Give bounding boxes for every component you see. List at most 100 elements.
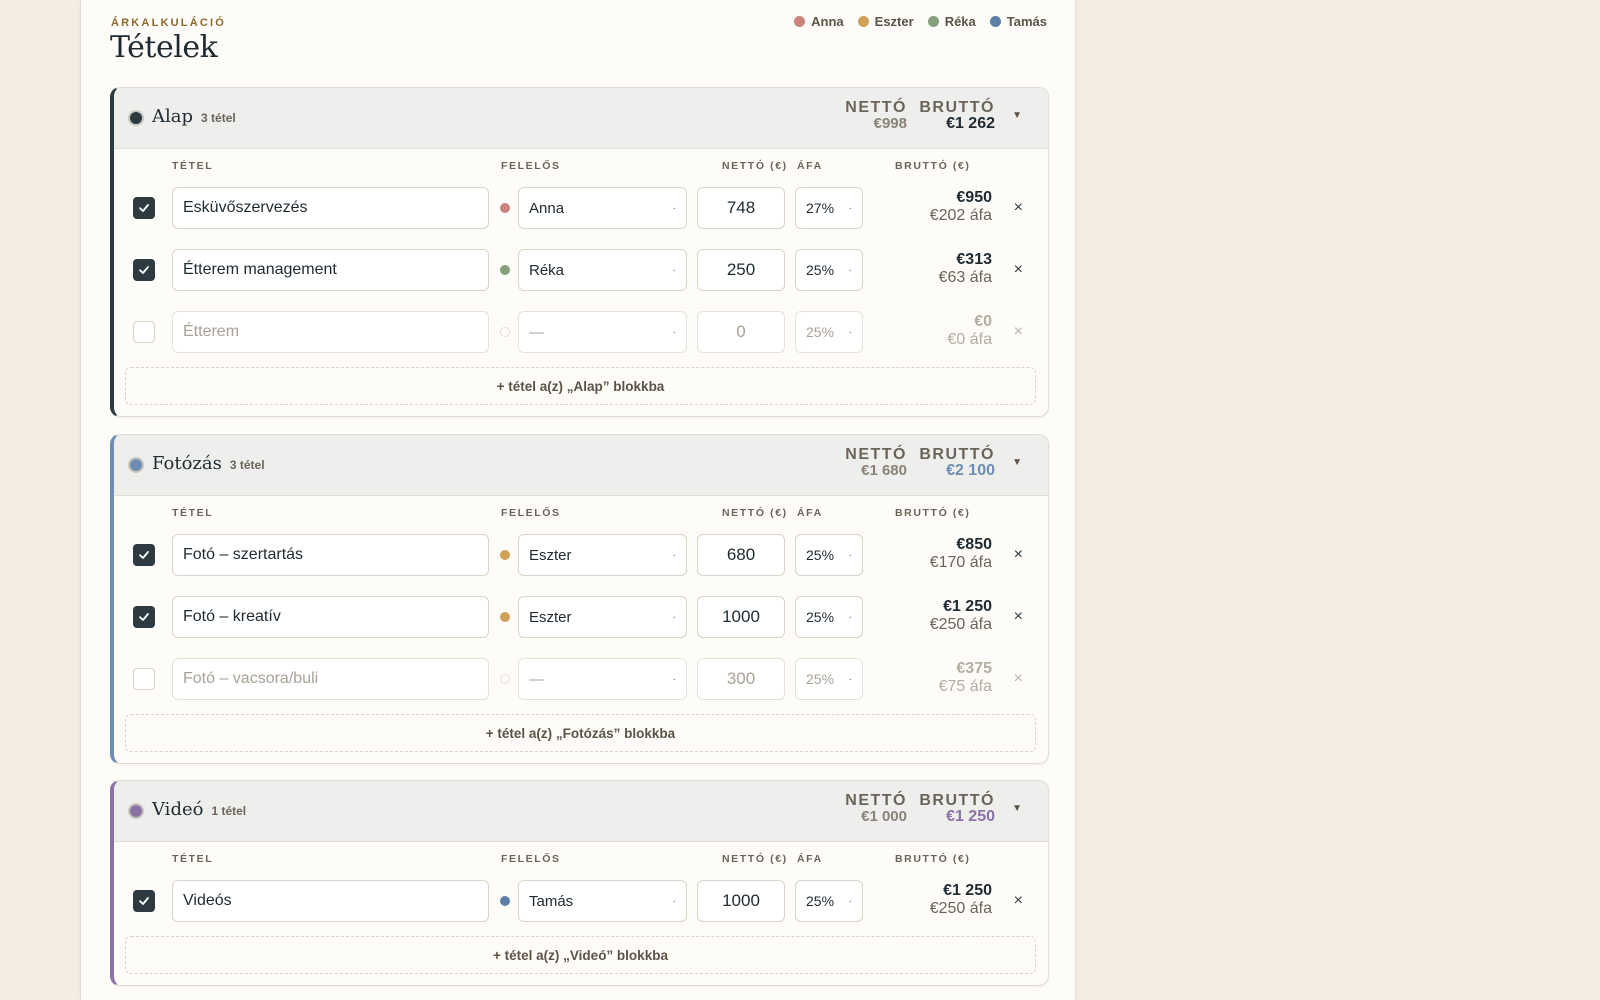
- collapse-chevron-icon[interactable]: ▼: [1012, 110, 1022, 121]
- item-name-input[interactable]: Fotó – szertartás: [172, 534, 489, 576]
- net-amount-input[interactable]: 300: [697, 658, 785, 700]
- block-title: Alap 3 tétel: [152, 106, 236, 127]
- owner-select[interactable]: Eszter ·: [518, 534, 687, 576]
- block-rows: Videós Tamás · 1000 25% · €1 250 €250 áf…: [114, 874, 1048, 936]
- legend-item-anna: Anna: [794, 14, 844, 29]
- check-icon: [139, 551, 149, 559]
- owner-color-dot: [500, 612, 510, 622]
- net-amount-input[interactable]: 1000: [697, 596, 785, 638]
- include-checkbox[interactable]: [133, 197, 155, 219]
- gross-cell: €1 250 €250 áfa: [930, 882, 992, 918]
- include-checkbox[interactable]: [133, 321, 155, 343]
- section-kicker: ÁRKALKULÁCIÓ: [111, 17, 227, 29]
- collapse-chevron-icon[interactable]: ▼: [1012, 803, 1022, 814]
- legend-label: Tamás: [1006, 14, 1047, 29]
- vat-amount: €170 áfa: [929, 554, 992, 571]
- remove-item-icon[interactable]: ×: [1014, 199, 1023, 217]
- collapse-chevron-icon[interactable]: ▼: [1012, 457, 1022, 468]
- block-title: Fotózás 3 tétel: [152, 453, 265, 474]
- gross-cell: €0 €0 áfa: [948, 313, 992, 349]
- owner-value: Eszter: [529, 546, 572, 564]
- include-checkbox[interactable]: [133, 259, 155, 281]
- block-gross-sum: BRUTTÓ €1 262: [919, 99, 995, 133]
- vat-select[interactable]: 25% ·: [795, 596, 863, 638]
- block-item-count: 3 tétel: [229, 458, 265, 472]
- net-sum-value: €1 000: [861, 808, 907, 825]
- legend-item-tamas: Tamás: [989, 14, 1047, 29]
- remove-item-icon[interactable]: ×: [1014, 323, 1023, 341]
- block-name: Fotózás: [152, 453, 222, 474]
- select-caret-icon: ·: [672, 673, 676, 685]
- check-icon: [139, 266, 149, 274]
- column-headers: TÉTEL FELELŐS NETTÓ (€) ÁFA BRUTTÓ (€): [114, 496, 1048, 528]
- owner-select[interactable]: Anna ·: [518, 187, 687, 229]
- col-gross: BRUTTÓ (€): [895, 853, 971, 865]
- include-checkbox[interactable]: [133, 606, 155, 628]
- vat-select[interactable]: 25% ·: [795, 880, 863, 922]
- block-header[interactable]: Videó 1 tétel NETTÓ €1 000 BRUTTÓ €1 250…: [114, 781, 1048, 842]
- add-item-button[interactable]: + tétel a(z) „Videó” blokkba: [125, 936, 1036, 974]
- col-gross: BRUTTÓ (€): [895, 507, 971, 519]
- item-name-input[interactable]: Étterem management: [172, 249, 489, 291]
- gross-cell: €313 €63 áfa: [939, 251, 992, 287]
- net-amount-input[interactable]: 250: [697, 249, 785, 291]
- col-owner: FELELŐS: [501, 507, 561, 519]
- remove-item-icon[interactable]: ×: [1014, 892, 1023, 910]
- check-icon: [139, 204, 149, 212]
- block-header[interactable]: Alap 3 tétel NETTÓ €998 BRUTTÓ €1 262 ▼: [114, 88, 1048, 149]
- owner-color-dot: [500, 896, 510, 906]
- item-name-input[interactable]: Videós: [172, 880, 489, 922]
- include-checkbox[interactable]: [133, 890, 155, 912]
- col-vat: ÁFA: [797, 507, 823, 519]
- block-name: Videó: [152, 799, 204, 820]
- select-caret-icon: ·: [672, 611, 676, 623]
- include-checkbox[interactable]: [133, 668, 155, 690]
- vat-select[interactable]: 27% ·: [795, 187, 863, 229]
- vat-select[interactable]: 25% ·: [795, 534, 863, 576]
- gross-cell: €1 250 €250 áfa: [930, 598, 992, 634]
- gross-amount: €0: [974, 313, 992, 330]
- owner-select[interactable]: Tamás ·: [518, 880, 687, 922]
- owner-select[interactable]: Eszter ·: [518, 596, 687, 638]
- block-item-count: 3 tétel: [201, 111, 236, 125]
- vat-select[interactable]: 25% ·: [795, 249, 863, 291]
- block-header[interactable]: Fotózás 3 tétel NETTÓ €1 680 BRUTTÓ €2 1…: [114, 435, 1048, 496]
- vat-amount: €250 áfa: [929, 616, 992, 633]
- owner-select[interactable]: — ·: [518, 658, 687, 700]
- remove-item-icon[interactable]: ×: [1014, 608, 1023, 626]
- item-name-input[interactable]: Esküvőszervezés: [172, 187, 489, 229]
- item-name-input[interactable]: Fotó – kreatív: [172, 596, 489, 638]
- add-item-button[interactable]: + tétel a(z) „Alap” blokkba: [125, 367, 1036, 405]
- remove-item-icon[interactable]: ×: [1014, 546, 1023, 564]
- include-checkbox[interactable]: [133, 544, 155, 566]
- column-headers: TÉTEL FELELŐS NETTÓ (€) ÁFA BRUTTÓ (€): [114, 149, 1048, 181]
- net-amount-input[interactable]: 748: [697, 187, 785, 229]
- item-name-input[interactable]: Étterem: [172, 311, 489, 353]
- select-caret-icon: ·: [672, 549, 676, 561]
- vat-select[interactable]: 25% ·: [795, 658, 863, 700]
- gross-amount: €313: [956, 251, 992, 268]
- line-item-row: Videós Tamás · 1000 25% · €1 250 €250 áf…: [114, 874, 1048, 936]
- vat-value: 25%: [806, 671, 835, 687]
- legend-dot: [857, 16, 869, 27]
- col-owner: FELELŐS: [501, 160, 561, 172]
- item-name-input[interactable]: Fotó – vacsora/buli: [172, 658, 489, 700]
- gross-cell: €950 €202 áfa: [930, 189, 992, 225]
- add-item-button[interactable]: + tétel a(z) „Fotózás” blokkba: [125, 714, 1036, 752]
- owner-select[interactable]: Réka ·: [518, 249, 687, 291]
- vat-select[interactable]: 25% ·: [795, 311, 863, 353]
- block-net-sum: NETTÓ €998: [845, 99, 907, 132]
- owner-select[interactable]: — ·: [518, 311, 687, 353]
- line-item-row: Fotó – vacsora/buli — · 300 25% · €375 €…: [114, 652, 1048, 714]
- remove-item-icon[interactable]: ×: [1014, 261, 1023, 279]
- gross-amount: €1 250: [943, 882, 992, 899]
- net-amount-input[interactable]: 680: [697, 534, 785, 576]
- select-caret-icon: ·: [848, 326, 852, 338]
- net-amount-input[interactable]: 0: [697, 311, 785, 353]
- vat-amount: €202 áfa: [929, 207, 992, 224]
- block-color-dot: [128, 803, 144, 819]
- select-caret-icon: ·: [848, 549, 852, 561]
- net-amount-input[interactable]: 1000: [697, 880, 785, 922]
- owner-legend: Anna Eszter Réka Tamás: [794, 14, 1047, 29]
- remove-item-icon[interactable]: ×: [1014, 670, 1023, 688]
